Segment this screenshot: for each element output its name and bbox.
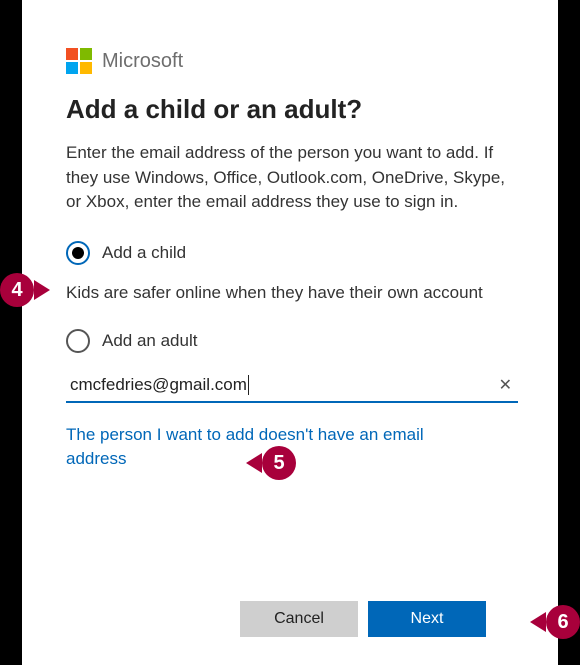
radio-add-child-label: Add a child — [102, 243, 186, 263]
radio-icon — [66, 329, 90, 353]
add-member-dialog: Microsoft Add a child or an adult? Enter… — [22, 0, 558, 665]
no-email-link[interactable]: The person I want to add doesn't have an… — [66, 423, 486, 471]
clear-input-icon[interactable]: ✕ — [499, 375, 512, 395]
email-value: cmcfedries@gmail.com — [70, 375, 247, 394]
radio-add-child[interactable]: Add a child — [66, 241, 518, 265]
child-hint-text: Kids are safer online when they have the… — [66, 281, 518, 305]
dialog-button-row: Cancel Next — [240, 601, 486, 637]
brand-name: Microsoft — [102, 50, 183, 73]
instructions-text: Enter the email address of the person yo… — [66, 141, 518, 215]
microsoft-logo-icon — [66, 48, 92, 74]
brand-row: Microsoft — [66, 48, 518, 74]
page-title: Add a child or an adult? — [66, 94, 518, 125]
email-input[interactable]: cmcfedries@gmail.com ✕ — [66, 369, 518, 404]
cancel-button[interactable]: Cancel — [240, 601, 358, 637]
radio-add-adult[interactable]: Add an adult — [66, 329, 518, 353]
radio-icon — [66, 241, 90, 265]
text-cursor-icon — [248, 375, 249, 395]
next-button[interactable]: Next — [368, 601, 486, 637]
radio-add-adult-label: Add an adult — [102, 331, 197, 351]
